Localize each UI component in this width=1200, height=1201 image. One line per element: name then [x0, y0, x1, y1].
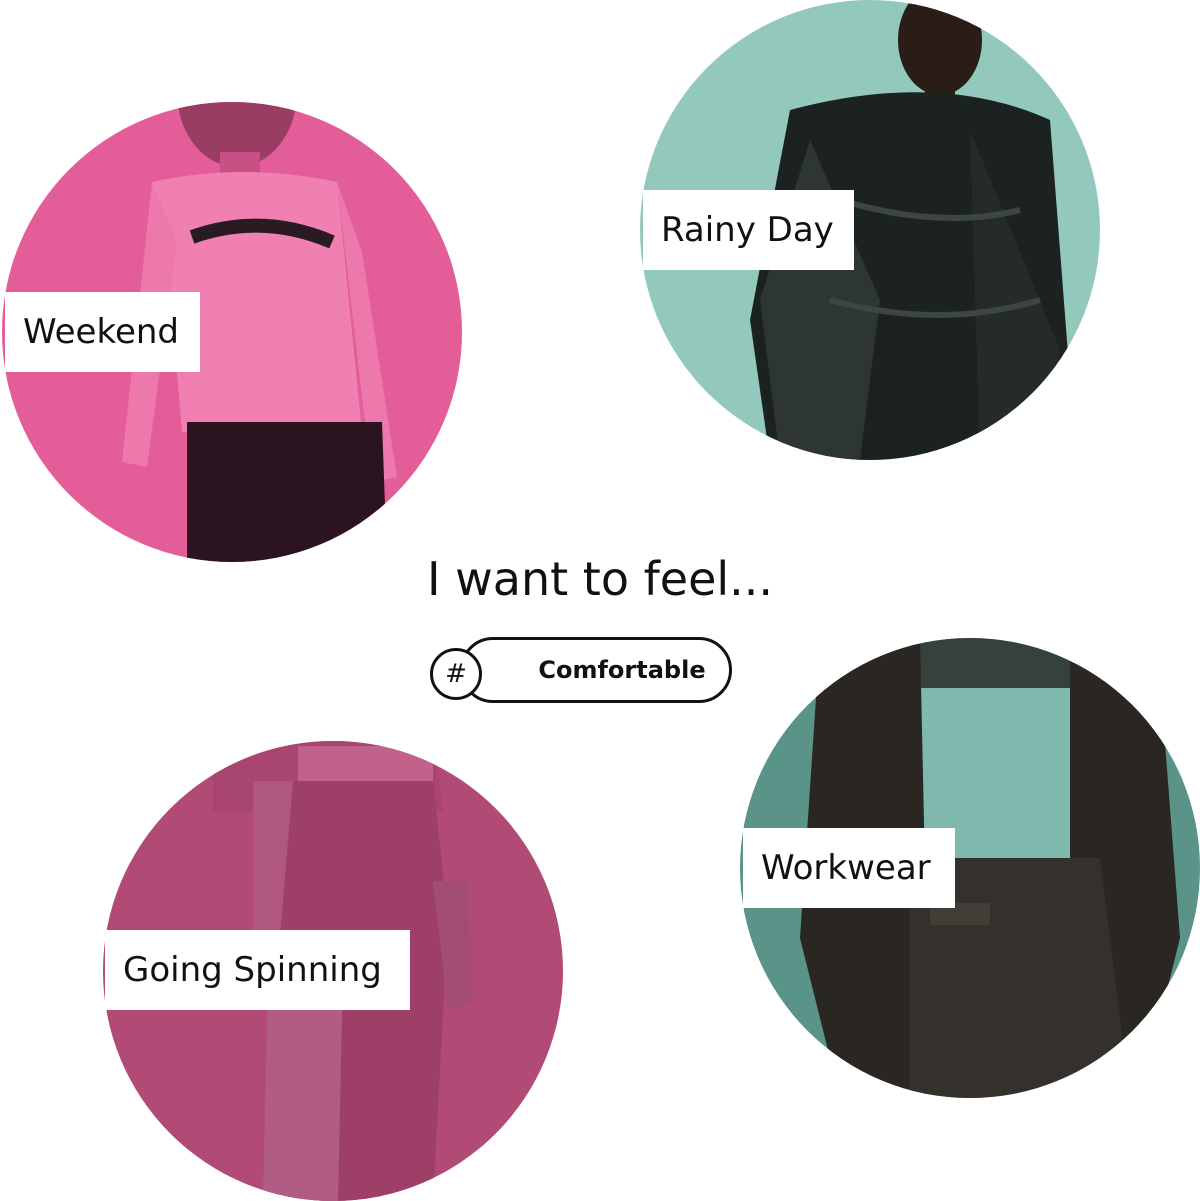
tile-weekend-label[interactable]: Weekend — [5, 292, 200, 372]
mood-tag-label: Comfortable — [460, 637, 732, 703]
mood-tag-button[interactable]: # Comfortable — [430, 637, 734, 707]
hashtag-icon: # — [430, 648, 482, 700]
page-title: I want to feel... — [426, 552, 774, 606]
tile-rainy-day-label[interactable]: Rainy Day — [643, 190, 854, 270]
tile-going-spinning-label[interactable]: Going Spinning — [105, 930, 410, 1010]
tile-workwear-label[interactable]: Workwear — [743, 828, 955, 908]
